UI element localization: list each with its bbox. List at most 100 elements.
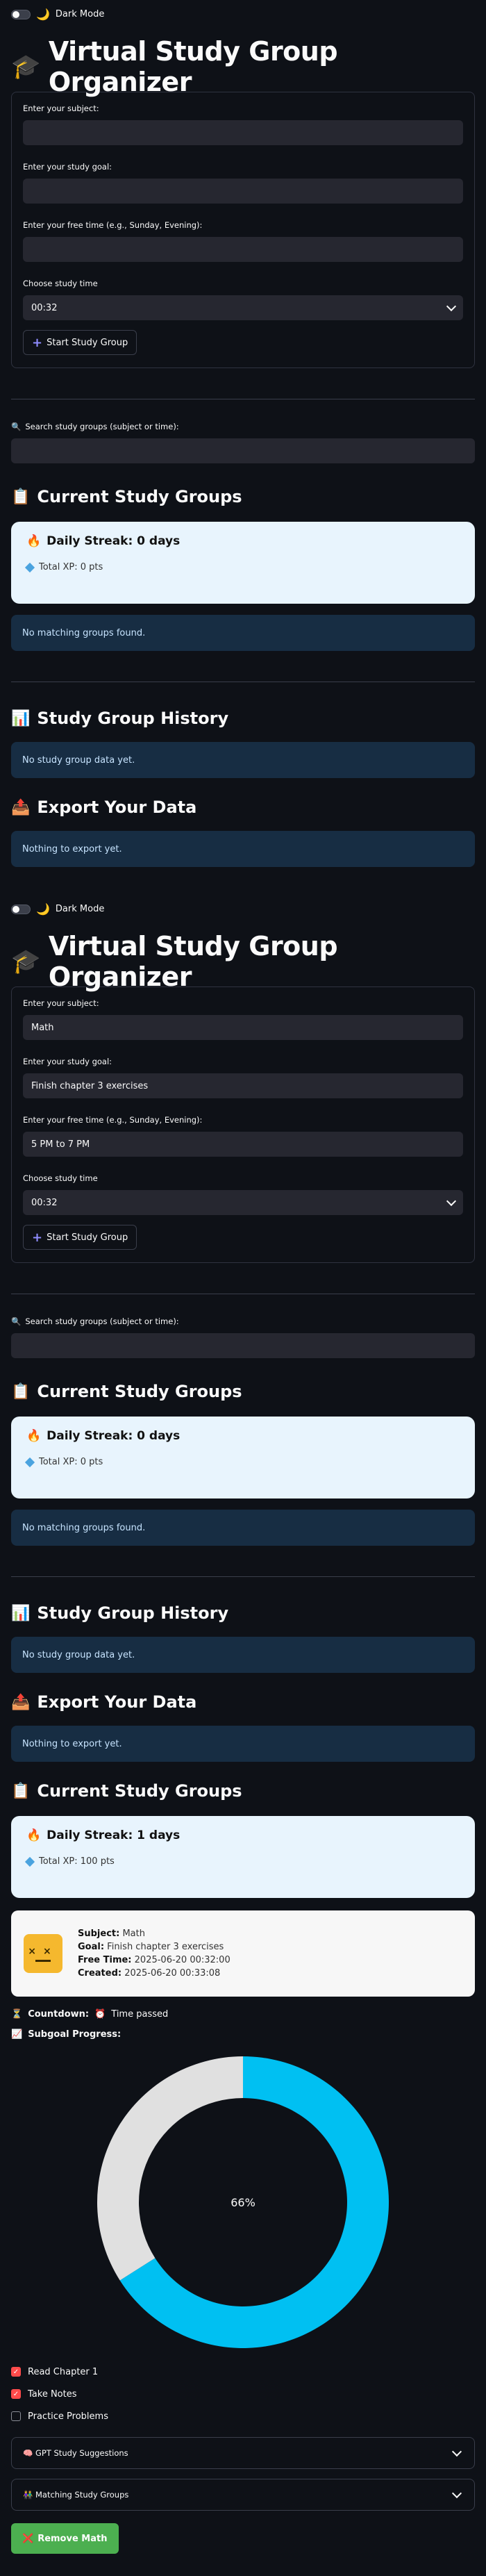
start-study-group-label: Start Study Group	[47, 337, 128, 348]
export-alert: Nothing to export yet.	[11, 831, 475, 867]
search-icon: 🔍	[11, 1316, 22, 1326]
streak-card: 🔥 Daily Streak: 0 days Total XP: 0 pts	[11, 1417, 475, 1498]
gpt-expander-label: GPT Study Suggestions	[35, 2448, 128, 2458]
start-study-group-button[interactable]: + Start Study Group	[23, 330, 137, 355]
group-created: Created: 2025-06-20 00:33:08	[78, 1968, 221, 1979]
chevron-down-icon	[451, 2488, 462, 2498]
history-heading-text: Study Group History	[37, 1603, 229, 1623]
study-form: Enter your subject: Math Enter your stud…	[11, 986, 475, 1263]
checkbox-checked[interactable]: ✓	[11, 2389, 21, 2399]
start-study-group-label: Start Study Group	[47, 1232, 128, 1243]
clipboard-icon: 📋	[11, 1382, 31, 1401]
dark-mode-label: Dark Mode	[55, 904, 105, 914]
export-heading-text: Export Your Data	[37, 1692, 197, 1712]
subgoal-checkbox-row[interactable]: ✓ Take Notes	[11, 2386, 475, 2402]
xp-row: Total XP: 100 pts	[24, 1856, 460, 1867]
plus-icon: +	[32, 1230, 43, 1245]
subgoal-checkbox-row[interactable]: Practice Problems	[11, 2408, 475, 2425]
fire-icon: 🔥	[26, 1429, 42, 1443]
current-groups-heading-text: Current Study Groups	[37, 1781, 242, 1801]
study-time-value: 00:32	[31, 1197, 58, 1208]
page-title-text: Virtual Study Group Organizer	[48, 931, 338, 992]
remove-group-button[interactable]: ❌ Remove Math	[11, 2523, 119, 2554]
search-label: 🔍 Search study groups (subject or time):	[11, 422, 475, 431]
search-icon: 🔍	[11, 422, 22, 431]
search-label: 🔍 Search study groups (subject or time):	[11, 1316, 475, 1326]
search-label-text: Search study groups (subject or time):	[25, 422, 179, 431]
free-time-input[interactable]: 5 PM to 7 PM	[23, 1132, 463, 1157]
goal-input[interactable]: Finish chapter 3 exercises	[23, 1073, 463, 1098]
divider	[11, 1576, 475, 1577]
no-match-alert: No matching groups found.	[11, 1510, 475, 1546]
history-heading-text: Study Group History	[37, 709, 229, 728]
page-title: 🎓 Virtual Study Group Organizer	[11, 931, 475, 992]
group-subject: Subject: Math	[78, 1929, 145, 1939]
current-groups-heading-text: Current Study Groups	[37, 487, 242, 506]
search-label-text: Search study groups (subject or time):	[25, 1316, 179, 1326]
streak-card: 🔥 Daily Streak: 0 days Total XP: 0 pts	[11, 522, 475, 604]
search-input[interactable]	[11, 438, 475, 463]
checkbox-unchecked[interactable]	[11, 2411, 21, 2421]
remove-button-label: Remove Math	[37, 2533, 108, 2544]
history-alert: No study group data yet.	[11, 742, 475, 778]
study-time-select[interactable]: 00:32	[23, 295, 463, 320]
hourglass-icon: ⏳	[11, 2009, 23, 2020]
dark-mode-toggle-row[interactable]: 🌙 Dark Mode	[11, 895, 475, 917]
moon-icon: 🌙	[36, 8, 50, 21]
subgoal-progress-label: 📈 Subgoal Progress:	[11, 2029, 475, 2040]
gpt-suggestions-expander[interactable]: 🧠 GPT Study Suggestions	[11, 2437, 475, 2469]
study-time-label: Choose study time	[23, 279, 98, 288]
streak-label: Daily Streak: 1 days	[47, 1828, 181, 1842]
subject-label: Enter your subject:	[23, 998, 99, 1008]
outbox-icon: 📤	[11, 1693, 31, 1711]
export-heading-text: Export Your Data	[37, 798, 197, 817]
group-goal: Goal: Finish chapter 3 exercises	[78, 1942, 224, 1952]
study-time-select[interactable]: 00:32	[23, 1190, 463, 1215]
study-time-label: Choose study time	[23, 1173, 98, 1183]
goal-label: Enter your study goal:	[23, 1057, 112, 1066]
clipboard-icon: 📋	[11, 1782, 31, 1800]
diamond-icon	[24, 1457, 35, 1467]
outbox-icon: 📤	[11, 798, 31, 816]
xp-row: Total XP: 0 pts	[24, 1457, 460, 1467]
search-input[interactable]	[11, 1333, 475, 1358]
current-groups-heading-text: Current Study Groups	[37, 1382, 242, 1401]
dizzy-face-icon: ××	[24, 1934, 62, 1973]
chevron-down-icon	[446, 1196, 457, 1206]
fire-icon: 🔥	[26, 534, 42, 548]
chevron-down-icon	[451, 2446, 462, 2457]
page-title: 🎓 Virtual Study Group Organizer	[11, 36, 475, 97]
bar-chart-icon: 📊	[11, 1604, 31, 1622]
matching-groups-expander[interactable]: 👫 Matching Study Groups	[11, 2479, 475, 2511]
checkbox-checked[interactable]: ✓	[11, 2367, 21, 2377]
subject-input[interactable]: Math	[23, 1015, 463, 1040]
history-heading: 📊 Study Group History	[11, 1599, 475, 1627]
subgoal-donut-chart: 66%	[97, 2056, 389, 2348]
chart-icon: 📈	[11, 2029, 23, 2040]
diamond-icon	[24, 562, 35, 572]
group-details: Subject: Math Goal: Finish chapter 3 exe…	[78, 1926, 231, 1981]
page-title-text: Virtual Study Group Organizer	[48, 36, 338, 97]
streak-label: Daily Streak: 0 days	[47, 1429, 181, 1443]
alarm-icon: ⏰	[94, 2009, 106, 2020]
bar-chart-icon: 📊	[11, 709, 31, 727]
plus-icon: +	[32, 335, 43, 350]
donut-slice-remaining	[97, 2056, 243, 2281]
goal-input[interactable]	[23, 179, 463, 204]
subject-input[interactable]	[23, 120, 463, 145]
current-groups-heading: 📋 Current Study Groups	[11, 1378, 475, 1405]
study-form: Enter your subject: Enter your study goa…	[11, 92, 475, 368]
graduation-cap-icon: 🎓	[11, 53, 40, 81]
dark-mode-toggle-row[interactable]: 🌙 Dark Mode	[11, 0, 475, 22]
xp-label: Total XP: 0 pts	[39, 1457, 103, 1467]
start-study-group-button[interactable]: + Start Study Group	[23, 1225, 137, 1250]
free-time-input[interactable]	[23, 237, 463, 262]
free-time-label: Enter your free time (e.g., Sunday, Even…	[23, 220, 203, 230]
subgoal-checklist: ✓ Read Chapter 1 ✓ Take Notes Practice Probl…	[11, 2363, 475, 2425]
subgoal-checkbox-row[interactable]: ✓ Read Chapter 1	[11, 2363, 475, 2380]
dark-mode-toggle[interactable]	[11, 9, 31, 19]
subgoal-label-text: Subgoal Progress:	[28, 2029, 122, 2040]
streak-title: 🔥 Daily Streak: 0 days	[26, 1429, 460, 1443]
dark-mode-toggle[interactable]	[11, 904, 31, 914]
history-alert: No study group data yet.	[11, 1637, 475, 1673]
